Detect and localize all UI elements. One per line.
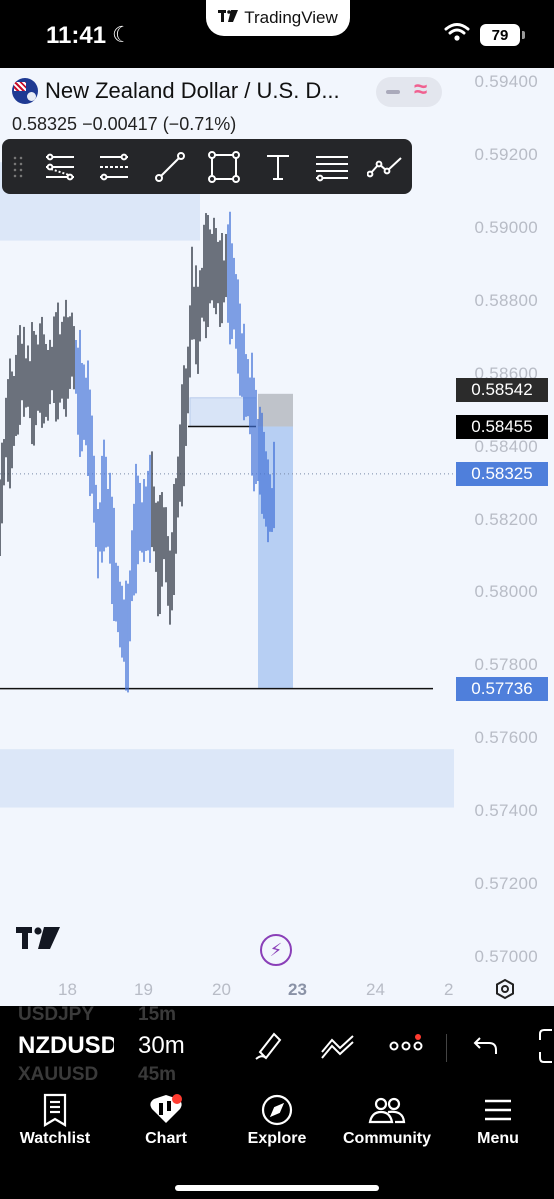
price-axis-label: 0.57800 xyxy=(474,655,538,675)
time-axis-label: 23 xyxy=(288,980,307,999)
fib-tools-icon[interactable] xyxy=(94,147,134,187)
toolbar-divider xyxy=(446,1034,447,1062)
tab-community[interactable]: Community xyxy=(336,1090,438,1148)
battery-indicator: 79 xyxy=(480,24,525,46)
chart-canvas[interactable] xyxy=(0,68,554,1006)
wifi-icon xyxy=(444,23,470,41)
trend-lines-icon[interactable] xyxy=(40,147,80,187)
nzd-flag-icon xyxy=(12,78,38,104)
tab-menu[interactable]: Menu xyxy=(470,1090,526,1148)
price-tag: 0.58455 xyxy=(456,414,548,439)
watchlist-icon xyxy=(42,1090,68,1130)
demand-zone xyxy=(0,749,454,808)
text-icon[interactable] xyxy=(258,147,298,187)
position-target-zone xyxy=(258,426,293,689)
price-axis-label: 0.57400 xyxy=(474,801,538,821)
hamburger-menu-icon xyxy=(483,1090,513,1130)
status-time: 11:41 xyxy=(46,22,107,49)
parallel-channel-icon[interactable] xyxy=(312,147,352,187)
chart-settings-icon[interactable] xyxy=(494,978,516,1000)
tab-explore[interactable]: Explore xyxy=(240,1090,314,1148)
interval-selector[interactable]: 30m xyxy=(138,1032,185,1060)
app-pill-label: TradingView xyxy=(244,8,338,27)
time-axis-label: 24 xyxy=(366,980,385,999)
symbol-prev[interactable]: USDJPY xyxy=(18,1006,94,1026)
price-axis-label: 0.57200 xyxy=(474,874,538,894)
price-change: −0.00417 xyxy=(82,114,158,134)
position-stop-zone xyxy=(258,393,293,427)
tab-bar: Watchlist Chart Explore Community Menu xyxy=(0,1082,554,1199)
time-axis-label: 2 xyxy=(444,980,454,999)
symbol-title[interactable]: New Zealand Dollar / U.S. D... xyxy=(45,78,340,104)
symbol-selector[interactable]: NZDUSD xyxy=(18,1032,114,1060)
price-tag: 0.58542 xyxy=(456,377,548,402)
symbol-next[interactable]: XAUUSD xyxy=(18,1064,98,1082)
time-axis-label: 20 xyxy=(212,980,231,999)
drag-handle-icon[interactable] xyxy=(12,155,24,179)
tradingview-watermark-icon[interactable] xyxy=(16,927,60,954)
interval-next[interactable]: 45m xyxy=(138,1064,176,1082)
lightning-icon[interactable]: ⚡ xyxy=(260,934,292,966)
minus-icon[interactable] xyxy=(386,90,400,94)
price-axis-label: 0.59200 xyxy=(474,144,538,164)
time-axis-label: 18 xyxy=(58,980,77,999)
price-axis-label: 0.58800 xyxy=(474,290,538,310)
chart-area[interactable]: 0.59400 0.59200 0.59000 0.58800 0.58600 0.584… xyxy=(0,68,554,1006)
drawing-toolbar xyxy=(2,139,412,194)
price-axis-label: 0.59000 xyxy=(474,217,538,237)
price-axis-label: 0.58200 xyxy=(474,509,538,529)
time-axis-label: 19 xyxy=(134,980,153,999)
status-bar: 11:41 ☾ TradingView 79 xyxy=(0,0,554,68)
last-price: 0.58325 xyxy=(12,114,78,134)
rectangle-icon[interactable] xyxy=(204,147,244,187)
quote-line: 0.58325 −0.00417 (−0.71%) xyxy=(12,114,236,135)
indicators-icon[interactable] xyxy=(320,1030,356,1060)
home-indicator[interactable] xyxy=(175,1185,379,1191)
tab-label-community: Community xyxy=(343,1130,431,1147)
interval-prev[interactable]: 15m xyxy=(138,1006,176,1026)
approx-icon[interactable]: ≈ xyxy=(414,76,427,104)
price-axis-label: 0.57000 xyxy=(474,947,538,966)
price-axis-label: 0.58000 xyxy=(474,582,538,602)
trend-line-icon[interactable] xyxy=(150,147,190,187)
price-axis-label: 0.59400 xyxy=(474,72,538,91)
undo-icon[interactable] xyxy=(472,1034,500,1058)
tab-label-explore: Explore xyxy=(247,1130,307,1147)
chart-tab-icon xyxy=(148,1090,184,1130)
price-axis-label: 0.57600 xyxy=(474,728,538,748)
tab-label-chart: Chart xyxy=(145,1130,187,1147)
tab-watchlist[interactable]: Watchlist xyxy=(16,1090,94,1148)
tab-label-menu: Menu xyxy=(477,1130,519,1147)
path-icon[interactable] xyxy=(366,147,406,187)
price-tag: 0.57736 xyxy=(456,676,548,701)
compass-icon xyxy=(260,1090,294,1130)
more-options-icon[interactable] xyxy=(388,1034,424,1056)
price-change-pct: (−0.71%) xyxy=(162,114,237,134)
price-axis-label: 0.58400 xyxy=(474,436,538,456)
drawing-pen-icon[interactable] xyxy=(252,1028,286,1062)
tab-label-watchlist: Watchlist xyxy=(19,1130,91,1147)
tab-chart[interactable]: Chart xyxy=(138,1090,194,1148)
chart-bottom-toolbar: USDJPY NZDUSD XAUUSD 15m 30m 45m xyxy=(0,1006,554,1082)
moon-icon: ☾ xyxy=(112,22,132,47)
price-tag: 0.58325 xyxy=(456,461,548,486)
tradingview-logo-icon xyxy=(218,9,239,27)
tradingview-pill[interactable]: TradingView xyxy=(206,0,350,36)
community-icon xyxy=(368,1090,406,1130)
fullscreen-icon[interactable] xyxy=(534,1028,554,1064)
